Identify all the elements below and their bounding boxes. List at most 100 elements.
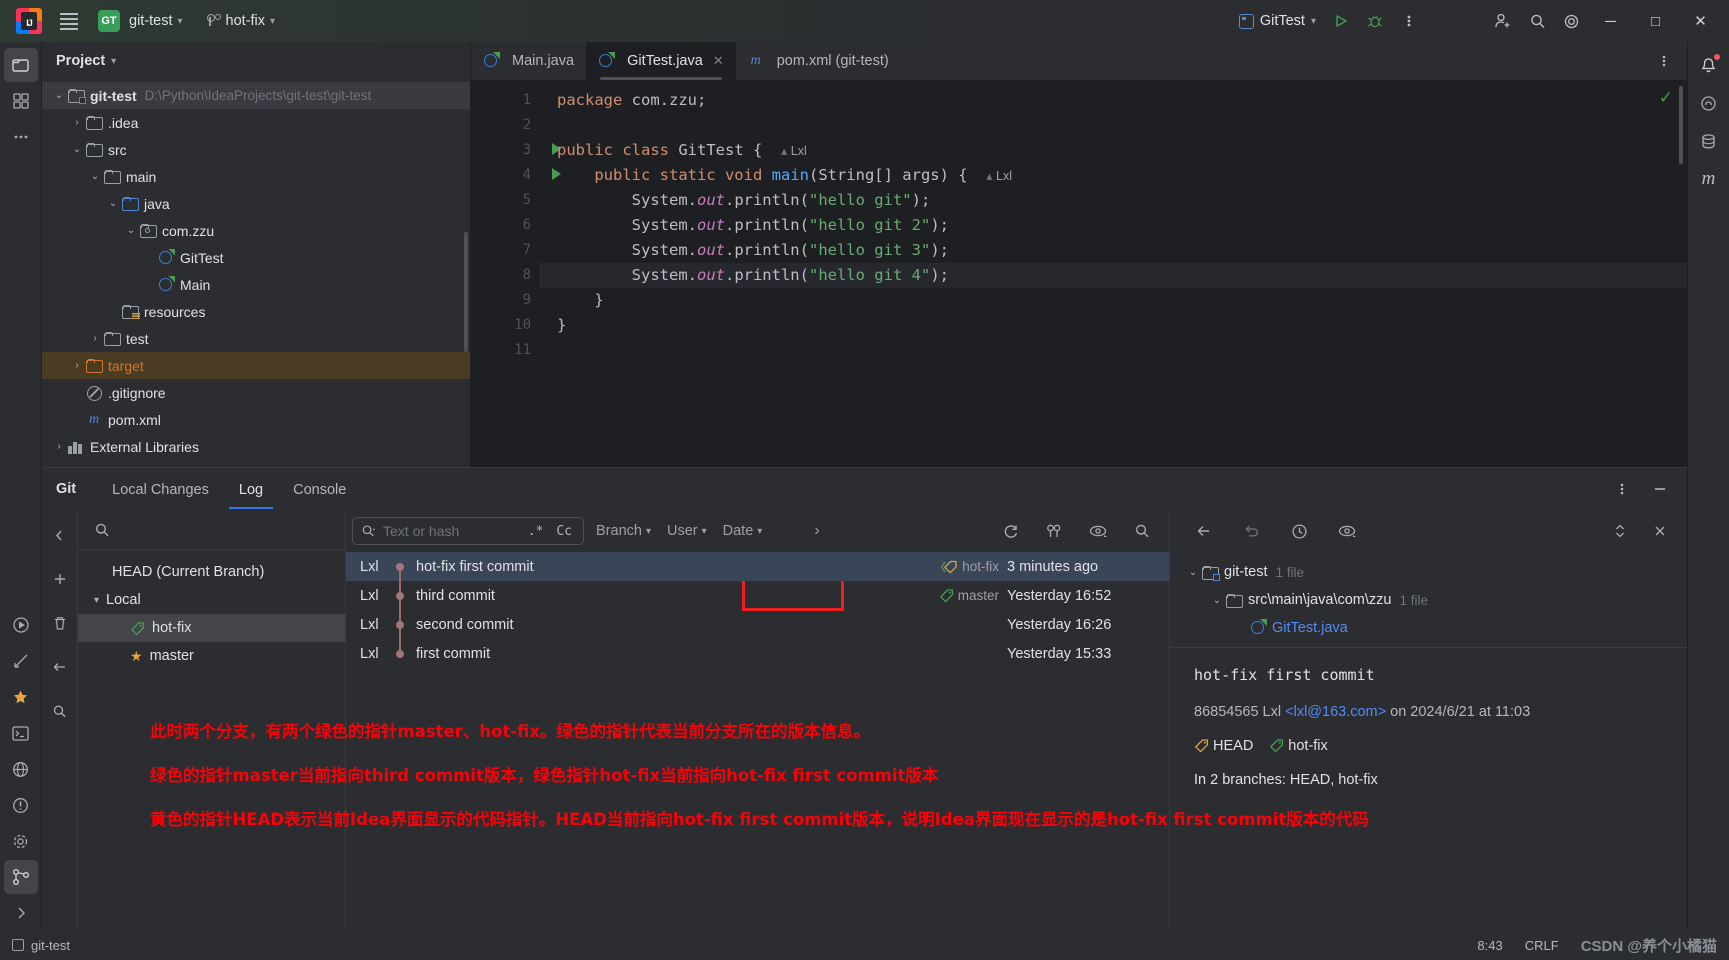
changed-file-row[interactable]: GitTest.java <box>1170 614 1687 642</box>
branch-head-row[interactable]: HEAD (Current Branch) <box>78 558 345 586</box>
show-details-button[interactable] <box>1081 514 1115 548</box>
status-project-name[interactable]: git-test <box>31 938 70 953</box>
commit-row[interactable]: Lxl third commit master Yesterday 16:52 <box>346 581 1169 610</box>
tree-expander-icon[interactable]: ⌄ <box>104 198 122 209</box>
branch-selector[interactable]: hot-fix ▾ <box>200 9 283 33</box>
log-search-box[interactable]: Text or hash .* Cc <box>352 517 584 545</box>
git-tool-button[interactable] <box>3 860 38 894</box>
branch-filter-dropdown[interactable]: Branch ▾ <box>592 520 655 542</box>
refresh-log-button[interactable] <box>993 514 1027 548</box>
project-tool-button[interactable] <box>3 48 38 82</box>
code-line[interactable]: public static void main(String[] args) {… <box>539 163 1687 188</box>
delete-branch-button[interactable] <box>43 606 77 640</box>
editor-body[interactable]: 1 2 3 4 5 6 7 8 9 10 11 package com.zzu; public cl… <box>471 80 1687 467</box>
gutter-line[interactable]: 6 <box>471 213 539 238</box>
commit-ref-label[interactable]: master <box>939 588 999 603</box>
cursor-position[interactable]: 8:43 <box>1477 938 1502 953</box>
project-tree-item[interactable]: ⌄ com.zzu <box>42 217 470 244</box>
case-sensitive-toggle[interactable]: Cc <box>553 524 575 539</box>
settings-sync-button[interactable] <box>4 824 38 858</box>
project-tree-item[interactable]: GitTest <box>42 244 470 271</box>
editor-code[interactable]: package com.zzu; public class GitTest { … <box>539 80 1687 467</box>
gutter-line[interactable]: 4 <box>471 163 561 188</box>
editor-scrollbar[interactable] <box>1679 86 1683 164</box>
project-tree-item[interactable]: m pom.xml <box>42 406 470 433</box>
structure-diagram-button[interactable] <box>4 644 38 678</box>
commit-row[interactable]: Lxl hot-fix first commit hot-fix 3 minutes … <box>346 552 1169 581</box>
structure-tool-button[interactable] <box>4 84 38 118</box>
code-line[interactable]: System.out.println("hello git 4"); <box>539 263 1687 288</box>
editor-tab[interactable]: m pom.xml (git-test) <box>736 42 901 80</box>
chevron-down-icon[interactable]: ▾ <box>111 56 116 67</box>
new-branch-button[interactable] <box>43 562 77 596</box>
debug-button[interactable] <box>1358 4 1392 38</box>
commit-list[interactable]: Lxl hot-fix first commit hot-fix 3 minutes … <box>346 552 1169 930</box>
branch-group-local[interactable]: ▾ Local <box>78 586 345 614</box>
editor-tab[interactable]: Main.java <box>471 42 586 80</box>
cherry-pick-button[interactable] <box>1186 514 1220 548</box>
commit-author-email[interactable]: <lxl@163.com> <box>1285 704 1386 720</box>
git-panel-options-button[interactable] <box>1605 472 1639 506</box>
gutter-line[interactable]: 3 <box>471 138 561 163</box>
gutter-line[interactable]: 2 <box>471 113 539 138</box>
code-line[interactable] <box>539 113 1687 138</box>
branch-list[interactable]: HEAD (Current Branch) ▾ Local hot-fix ★ ma… <box>78 550 345 930</box>
terminal-tool-button[interactable] <box>4 716 38 750</box>
tree-expander-icon[interactable]: › <box>68 117 86 128</box>
collapse-branches-button[interactable] <box>43 518 77 552</box>
git-panel-hide-button[interactable] <box>1643 472 1677 506</box>
project-tree[interactable]: ⌄ git-test D:\Python\IdeaProjects\git-test… <box>42 80 470 467</box>
branch-search-row[interactable] <box>78 510 345 550</box>
tree-expander-icon[interactable]: ⌄ <box>1184 567 1202 578</box>
commit-ref-label[interactable]: hot-fix <box>940 559 999 574</box>
code-line[interactable]: public class GitTest { ▴ Lxl <box>539 138 1687 163</box>
code-line[interactable]: } <box>539 313 1687 338</box>
run-button[interactable] <box>1324 4 1358 38</box>
user-filter-dropdown[interactable]: User ▾ <box>663 520 711 542</box>
gutter-line[interactable]: 7 <box>471 238 539 263</box>
date-filter-dropdown[interactable]: Date ▾ <box>719 520 767 542</box>
rebase-branch-button[interactable] <box>43 650 77 684</box>
editor-tab[interactable]: GitTest.java ✕ <box>586 42 736 80</box>
run-configuration-selector[interactable]: GitTest ▾ <box>1231 10 1324 32</box>
branch-list-item[interactable]: hot-fix <box>78 614 345 642</box>
add-user-button[interactable] <box>1486 4 1520 38</box>
more-tool-windows-button[interactable] <box>4 120 38 154</box>
gutter-line[interactable]: 9 <box>471 288 539 313</box>
more-options-button[interactable] <box>1392 4 1426 38</box>
search-branch-button[interactable] <box>43 694 77 728</box>
inspection-status-icon[interactable]: ✓ <box>1659 88 1673 108</box>
maven-button[interactable]: m <box>1692 162 1726 196</box>
code-line[interactable]: package com.zzu; <box>539 88 1687 113</box>
main-menu-hamburger-icon[interactable] <box>52 4 86 38</box>
code-line[interactable] <box>539 338 1687 363</box>
changed-file-row[interactable]: ⌄ src\main\java\com\zzu 1 file <box>1170 586 1687 614</box>
tree-expander-icon[interactable]: ⌄ <box>86 171 104 182</box>
editor-tab-options-button[interactable] <box>1647 44 1681 78</box>
minimize-window-button[interactable]: ─ <box>1588 0 1633 42</box>
settings-button[interactable] <box>1554 4 1588 38</box>
notifications-button[interactable] <box>1692 48 1726 82</box>
project-tree-item[interactable]: ⌄ src <box>42 136 470 163</box>
code-line[interactable]: System.out.println("hello git"); <box>539 188 1687 213</box>
search-log-button[interactable] <box>1125 514 1159 548</box>
project-tree-item[interactable]: ⌄ git-test D:\Python\IdeaProjects\git-test… <box>42 82 470 109</box>
git-panel-tab[interactable]: Local Changes <box>102 470 219 509</box>
close-details-button[interactable] <box>1643 514 1677 548</box>
changed-file-row[interactable]: ⌄ git-test 1 file <box>1170 558 1687 586</box>
git-panel-tab[interactable]: Console <box>283 470 356 509</box>
editor-gutter[interactable]: 1 2 3 4 5 6 7 8 9 10 11 <box>471 80 561 467</box>
gutter-line[interactable]: 5 <box>471 188 539 213</box>
code-line[interactable]: } <box>539 288 1687 313</box>
gutter-line[interactable]: 11 <box>471 338 539 363</box>
revert-button[interactable] <box>1234 514 1268 548</box>
database-button[interactable] <box>1692 124 1726 158</box>
history-button[interactable] <box>1282 514 1316 548</box>
problems-tool-button[interactable] <box>4 788 38 822</box>
regex-toggle[interactable]: .* <box>525 524 547 539</box>
expand-rail-button[interactable] <box>4 896 38 930</box>
expand-collapse-details-button[interactable] <box>1603 514 1637 548</box>
tree-expander-icon[interactable]: › <box>86 333 104 344</box>
branch-list-item[interactable]: ★ master <box>78 642 345 670</box>
gutter-line[interactable]: 10 <box>471 313 539 338</box>
